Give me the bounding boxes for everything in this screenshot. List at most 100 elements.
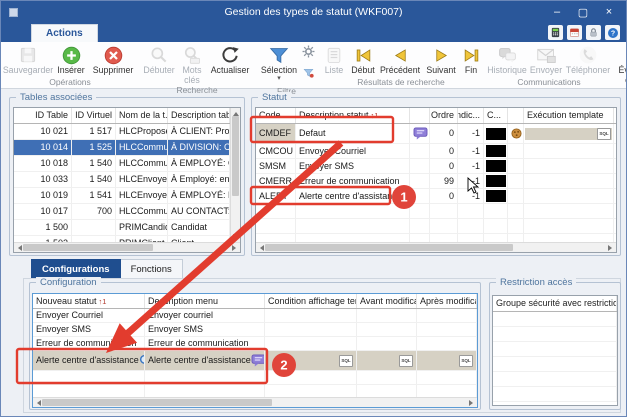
column-header-condition-affichage-template[interactable]: Condition affichage template xyxy=(265,294,357,308)
cell-ordre: 0 xyxy=(430,189,458,203)
statut-row[interactable]: ALERTAlerte centre d'assistance0-1 xyxy=(256,189,616,204)
sauvegarder-button[interactable]: Sauvegarder xyxy=(3,43,53,76)
column-header-c[interactable]: C... xyxy=(484,108,508,123)
tables-vscroll[interactable] xyxy=(230,108,240,242)
table-row[interactable]: 1 500PRIMCandidatCandidat xyxy=(14,220,230,236)
t-l-phoner-button[interactable]: Téléphoner xyxy=(564,43,612,76)
column-header-description-table[interactable]: Description table↑1 xyxy=(168,108,230,123)
column-header-id-table[interactable]: ID Table xyxy=(14,108,72,123)
sql-button-icon[interactable]: SQL xyxy=(597,128,611,140)
search-icon xyxy=(149,45,169,65)
statut-row[interactable]: CMERRErreur de communication99-1 xyxy=(256,174,616,189)
column-header-ordre[interactable]: Ordre xyxy=(430,108,458,123)
column-header-code[interactable]: Code xyxy=(256,108,296,123)
gear-icon[interactable] xyxy=(302,45,315,63)
empty-cell xyxy=(265,371,357,384)
cell-condition-affichage xyxy=(265,337,357,350)
color-swatch xyxy=(486,160,506,172)
sql-button-icon[interactable]: SQL xyxy=(459,355,473,367)
help-icon[interactable]: ? xyxy=(605,25,620,40)
column-header-icon[interactable] xyxy=(508,108,524,123)
column-header-indic[interactable]: Indic... xyxy=(458,108,484,123)
tables-panel-caption: Tables associées xyxy=(16,92,96,103)
sql-button-icon[interactable]: SQL xyxy=(399,355,413,367)
column-header-icon[interactable] xyxy=(410,108,430,123)
historique-button[interactable]: Historique xyxy=(486,43,528,76)
minimize-button[interactable]: – xyxy=(544,1,570,23)
first-icon xyxy=(354,46,373,65)
calendar-icon[interactable] xyxy=(567,25,582,40)
statut-hscroll[interactable] xyxy=(256,242,616,252)
close-button[interactable]: × xyxy=(596,1,622,23)
envoyer-button[interactable]: Envoyer xyxy=(528,43,564,76)
column-header-id-virtuel[interactable]: ID Virtuel xyxy=(72,108,116,123)
cell-nouveau-statut: Envoyer Courriel xyxy=(33,309,145,322)
d-but-button[interactable]: Début xyxy=(348,43,378,76)
tab-configurations[interactable]: Configurations xyxy=(31,259,121,279)
empty-cell xyxy=(484,219,508,233)
titlebar: Gestion des types de statut (WKF007) – ▢… xyxy=(1,1,626,23)
color-swatch xyxy=(486,190,506,202)
ribbon-button-label: Débuter xyxy=(143,66,174,76)
column-header-apr-s-modificati[interactable]: Après modificati... xyxy=(417,294,477,308)
column-header-ex-cution-template[interactable]: Exécution template xyxy=(524,108,614,123)
table-row[interactable]: 10 0191 541HLCEnvoyer...À EMPLOYÉ: Envoy… xyxy=(14,188,230,204)
mots-cl-s-button[interactable]: Mots clés xyxy=(177,43,207,85)
table-row[interactable]: 10 017700HLCCommu...AU CONTACT: Commu xyxy=(14,204,230,220)
s-lection-button[interactable]: Sélection▾ xyxy=(257,43,301,81)
ins-rer-button[interactable]: Insérer xyxy=(53,43,89,76)
configuration-row[interactable]: Envoyer CourrielEnvoyer courriel xyxy=(33,309,477,323)
d-buter-button[interactable]: Débuter xyxy=(141,43,177,76)
sql-button-icon[interactable]: SQL xyxy=(339,355,353,367)
column-header-nouveau-statut[interactable]: Nouveau statut↑1 xyxy=(33,294,145,308)
tab-actions[interactable]: Actions xyxy=(31,24,98,42)
table-row[interactable]: 10 0331 540HLCEnvoyer...À Employé: envoy… xyxy=(14,172,230,188)
previous-icon xyxy=(391,46,410,65)
configuration-row[interactable]: Erreur de communicationErreur de communi… xyxy=(33,337,477,351)
column-header-description-menu[interactable]: Description menu xyxy=(145,294,265,308)
table-row[interactable]: 10 0211 517HLCPropose...À CLIENT: Propos… xyxy=(14,124,230,140)
statut-row[interactable]: CMCOUEnvoyer Courriel0-1 xyxy=(256,144,616,159)
cell-id-table: 10 014 xyxy=(14,140,72,155)
liste-button[interactable]: Liste xyxy=(320,43,348,76)
configuration-row[interactable]: Envoyer SMSEnvoyer SMS xyxy=(33,323,477,337)
actualiser-button[interactable]: Actualiser xyxy=(207,43,253,76)
cell-couleur xyxy=(484,144,508,158)
tab-fonctions[interactable]: Fonctions xyxy=(121,259,183,279)
configuration-row[interactable]: Alerte centre d'assistanceAlerte centre … xyxy=(33,351,477,371)
calculator-icon[interactable] xyxy=(548,25,563,40)
column-header-groupe-s-curit-avec-restriction[interactable]: Groupe sécurité avec restriction↑1 xyxy=(493,296,617,311)
application-window: Gestion des types de statut (WKF007) – ▢… xyxy=(0,0,627,417)
empty-cell xyxy=(256,219,296,233)
cell-nom-table: HLCCommu... xyxy=(116,140,168,155)
svg-text:?: ? xyxy=(610,30,614,37)
lock-icon[interactable] xyxy=(586,25,601,40)
tables-hscroll[interactable] xyxy=(14,242,240,252)
table-row[interactable]: 10 0181 540HLCCommu...À EMPLOYÉ: Communi… xyxy=(14,156,230,172)
ribbon-button-label: Précédent xyxy=(380,66,420,76)
statut-row[interactable]: SMSMEnvoyer SMS0-1 xyxy=(256,159,616,174)
column-header-avant-modificat[interactable]: Avant modificat... xyxy=(357,294,417,308)
table-row[interactable]: 10 0141 525HLCCommu...À DIVISION: Commun… xyxy=(14,140,230,156)
ribbon-button-label: Téléphoner xyxy=(566,66,611,76)
column-header-nom-de-la-t[interactable]: Nom de la t... xyxy=(116,108,168,123)
suivant-button[interactable]: Suivant xyxy=(422,43,460,76)
column-header-description-statut[interactable]: Description statut↑1 xyxy=(296,108,410,123)
small-filter-icon[interactable] xyxy=(302,66,315,84)
ribbon-group-label: Communications xyxy=(486,77,612,88)
configuration-hscroll[interactable] xyxy=(33,397,477,407)
tables-grid-body: 10 0211 517HLCPropose...À CLIENT: Propos… xyxy=(14,124,230,243)
pr-c-dent-button[interactable]: Précédent xyxy=(378,43,422,76)
supprimer-button[interactable]: Supprimer xyxy=(89,43,137,76)
cell-condition-affichage xyxy=(265,309,357,322)
statut-grid: CodeDescription statut↑1 OrdreIndic...C..… xyxy=(255,107,617,253)
maximize-button[interactable]: ▢ xyxy=(570,1,596,23)
v-nements-et-t-ches-button[interactable]: Évènements et tâches xyxy=(616,43,627,85)
filter-funnel-icon xyxy=(268,44,290,66)
list-scroll-icon xyxy=(324,45,344,65)
statut-row[interactable]: CMDEFDefaut0-1SQL xyxy=(256,124,616,144)
fin-button[interactable]: Fin xyxy=(460,43,482,76)
cell-description-table: À DIVISION: Communic xyxy=(168,140,230,155)
ribbon-button-label: Envoyer xyxy=(530,66,562,76)
cell-template-icon xyxy=(410,144,430,158)
